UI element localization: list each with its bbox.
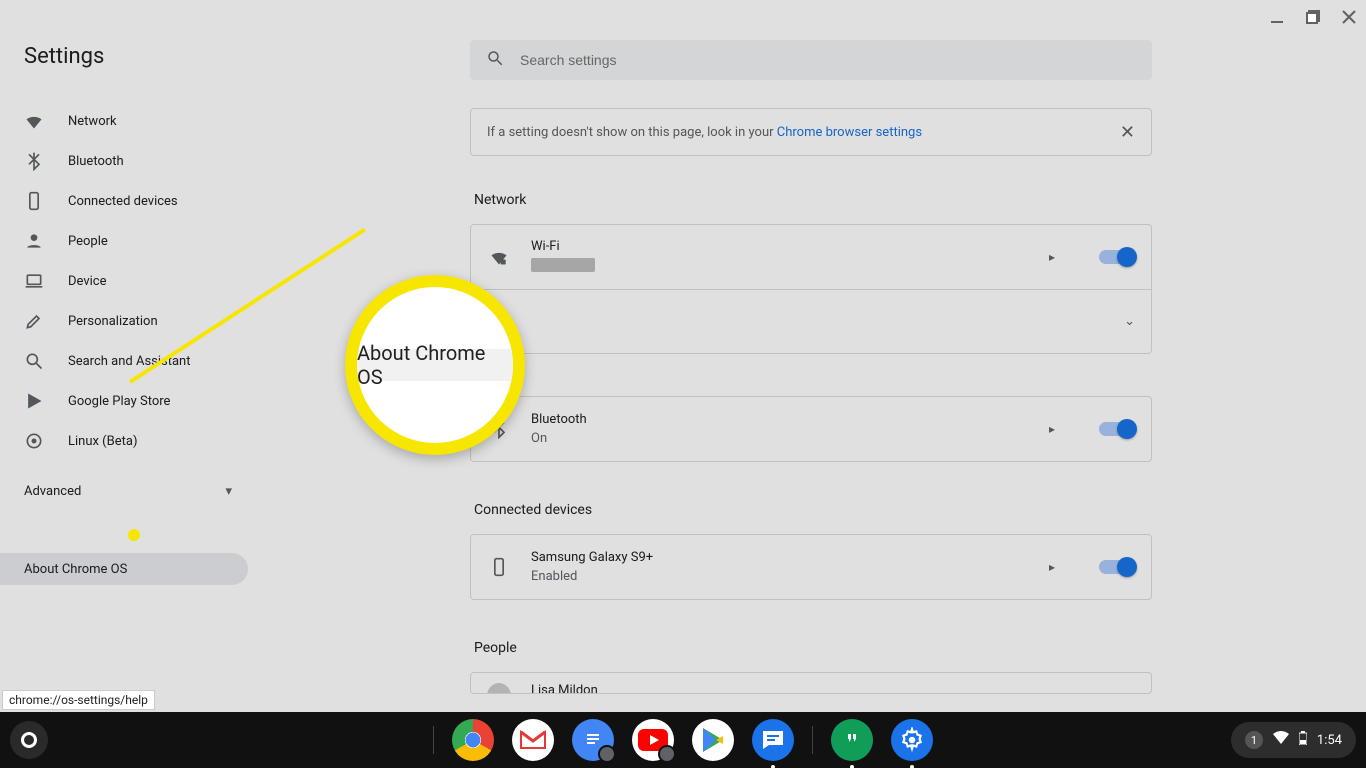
section-title-people: People: [470, 640, 1152, 672]
tray-wifi-icon: [1273, 731, 1289, 749]
avatar: [487, 683, 511, 693]
sidebar-item-label: Search and Assistant: [68, 354, 191, 369]
system-tray[interactable]: 1 1:54: [1231, 722, 1356, 758]
tray-time: 1:54: [1317, 733, 1342, 748]
bluetooth-toggle[interactable]: [1099, 422, 1135, 436]
person-icon: [24, 231, 44, 251]
url-tooltip: chrome://os-settings/help: [2, 690, 155, 710]
shelf-app-chrome[interactable]: [452, 719, 494, 761]
network-expand-row[interactable]: ⌄: [471, 289, 1151, 353]
sidebar-item-linux[interactable]: Linux (Beta): [0, 421, 256, 461]
wifi-row[interactable]: Wi-Fi ▸: [471, 225, 1151, 289]
wifi-icon: [24, 111, 44, 131]
sidebar-item-label: Bluetooth: [68, 154, 124, 169]
laptop-icon: [24, 271, 44, 291]
connected-device-status: Enabled: [531, 569, 1015, 584]
sidebar-advanced[interactable]: Advanced ▾: [0, 467, 256, 515]
bluetooth-status: On: [531, 431, 1015, 446]
bluetooth-icon: [487, 419, 511, 439]
banner-text: If a setting doesn't show on this page, …: [487, 125, 922, 140]
sidebar-item-label: Connected devices: [68, 194, 178, 209]
sidebar-item-label: Device: [68, 274, 107, 289]
minimize-button[interactable]: [1266, 6, 1288, 28]
sidebar-item-network[interactable]: Network: [0, 101, 256, 141]
page-title: Settings: [0, 44, 256, 101]
smartphone-icon: [24, 191, 44, 211]
wifi-ssid-redacted: [531, 258, 595, 272]
banner-close-button[interactable]: ✕: [1120, 122, 1135, 143]
bluetooth-icon: [24, 151, 44, 171]
connected-devices-card: Samsung Galaxy S9+ Enabled ▸: [470, 534, 1152, 600]
connected-device-row[interactable]: Samsung Galaxy S9+ Enabled ▸: [471, 535, 1151, 599]
shelf-separator: [433, 726, 434, 754]
main-content: If a setting doesn't show on this page, …: [256, 0, 1366, 712]
shelf-app-gmail[interactable]: [512, 719, 554, 761]
sidebar-item-label: Network: [68, 114, 117, 129]
sidebar-advanced-label: Advanced: [24, 484, 81, 499]
shelf-app-play-store[interactable]: [692, 719, 734, 761]
shelf-app-docs[interactable]: [572, 719, 614, 761]
sidebar-item-personalization[interactable]: Personalization: [0, 301, 256, 341]
brush-icon: [24, 311, 44, 331]
sidebar-about-label: About Chrome OS: [24, 562, 127, 577]
sidebar-item-play-store[interactable]: Google Play Store: [0, 381, 256, 421]
people-card: Lisa Mildon: [470, 672, 1152, 694]
smartphone-icon: [487, 557, 511, 577]
chevron-down-icon: ⌄: [1124, 314, 1135, 329]
browser-settings-link[interactable]: Chrome browser settings: [777, 125, 922, 140]
shelf-app-settings[interactable]: [891, 719, 933, 761]
bluetooth-card: Bluetooth On ▸: [470, 396, 1152, 462]
sidebar-item-device[interactable]: Device: [0, 261, 256, 301]
network-card: Wi-Fi ▸ ⌄: [470, 224, 1152, 354]
launcher-button[interactable]: [10, 721, 48, 759]
people-name: Lisa Mildon: [531, 683, 1135, 693]
arrow-right-icon: ▸: [1035, 422, 1069, 436]
search-bar[interactable]: [470, 40, 1152, 80]
sidebar: Settings Network Bluetooth Connected dev…: [0, 0, 256, 712]
search-icon: [24, 351, 44, 371]
shelf-app-messages[interactable]: [752, 719, 794, 761]
wifi-toggle[interactable]: [1099, 250, 1135, 264]
sidebar-item-label: Linux (Beta): [68, 434, 137, 449]
bluetooth-label: Bluetooth: [531, 412, 1015, 427]
sidebar-item-label: People: [68, 234, 108, 249]
shelf-app-hangouts[interactable]: [831, 719, 873, 761]
people-row[interactable]: Lisa Mildon: [471, 673, 1151, 693]
close-button[interactable]: [1338, 6, 1360, 28]
search-icon: [486, 49, 504, 71]
chevron-down-icon: ▾: [225, 484, 232, 499]
tray-battery-icon: [1299, 731, 1307, 749]
sidebar-item-connected-devices[interactable]: Connected devices: [0, 181, 256, 221]
arrow-right-icon: ▸: [1035, 560, 1069, 574]
sidebar-item-label: Personalization: [68, 314, 158, 329]
restore-button[interactable]: [1302, 6, 1324, 28]
bluetooth-row[interactable]: Bluetooth On ▸: [471, 397, 1151, 461]
sidebar-item-search-assistant[interactable]: Search and Assistant: [0, 341, 256, 381]
connected-device-toggle[interactable]: [1099, 560, 1135, 574]
section-title-network: Network: [470, 192, 1152, 224]
sidebar-item-people[interactable]: People: [0, 221, 256, 261]
notification-count: 1: [1245, 731, 1263, 749]
shelf-app-youtube[interactable]: [632, 719, 674, 761]
sidebar-item-bluetooth[interactable]: Bluetooth: [0, 141, 256, 181]
play-icon: [24, 391, 44, 411]
connected-device-name: Samsung Galaxy S9+: [531, 550, 1015, 565]
sidebar-item-label: Google Play Store: [68, 394, 170, 409]
search-input[interactable]: [520, 52, 1136, 68]
wifi-label: Wi-Fi: [531, 239, 1015, 254]
arrow-right-icon: ▸: [1035, 250, 1069, 264]
sidebar-about-chrome-os[interactable]: About Chrome OS: [0, 553, 248, 585]
wifi-lock-icon: [487, 247, 511, 267]
info-banner: If a setting doesn't show on this page, …: [470, 108, 1152, 156]
shelf-separator: [812, 726, 813, 754]
shelf: 1 1:54: [0, 712, 1366, 768]
linux-icon: [24, 431, 44, 451]
section-title-connected: Connected devices: [470, 502, 1152, 534]
